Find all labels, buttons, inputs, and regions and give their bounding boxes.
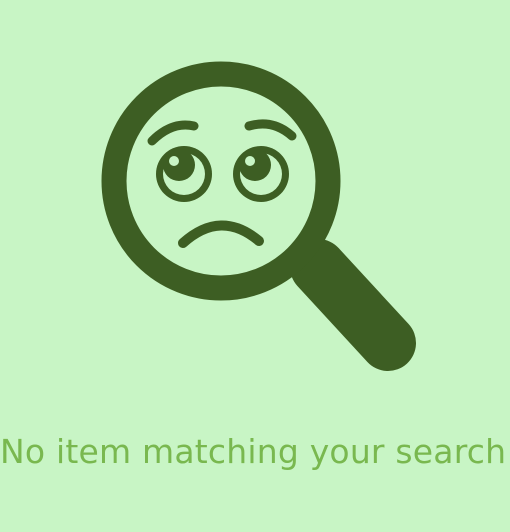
sad-magnifying-glass-icon [101,61,416,371]
empty-state: No item matching your search ! [0,0,510,532]
left-eye [156,146,212,202]
right-eyebrow [244,119,297,141]
right-eye [233,146,289,202]
magnifier-handle [290,239,416,371]
sad-mouth [178,220,264,248]
magnifier-lens-ring [101,61,341,301]
empty-search-message: No item matching your search ! [0,432,510,471]
left-eyebrow [147,120,199,146]
